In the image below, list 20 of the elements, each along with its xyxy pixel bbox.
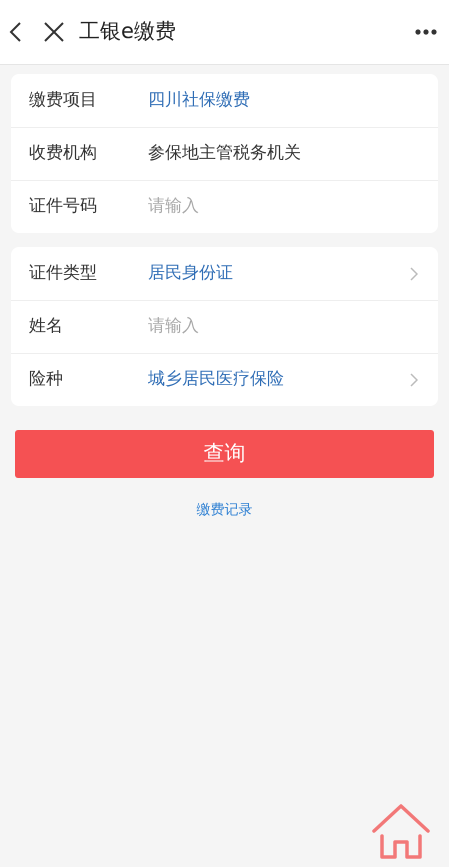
field-label: 姓名 (29, 315, 64, 338)
field-value[interactable]: 四川社保缴费 (148, 88, 418, 114)
field-label: 证件类型 (29, 262, 98, 285)
input-field[interactable]: 请输入 (148, 194, 418, 220)
field-value: 参保地主管税务机关 (148, 142, 302, 166)
input-field[interactable]: 请输入 (148, 314, 418, 340)
field-label: 险种 (29, 368, 64, 392)
payment-records-link[interactable]: 缴费记录 (196, 500, 252, 521)
chevron-right-icon (410, 373, 418, 387)
chevron-right-icon (410, 266, 418, 280)
field-label: 证件号码 (29, 195, 98, 218)
query-button[interactable]: 查询 (15, 430, 434, 478)
field-label: 收费机构 (29, 142, 98, 166)
back-icon[interactable] (8, 21, 22, 43)
field-label: 缴费项目 (29, 88, 98, 112)
select-value[interactable]: 居民身份证 (148, 260, 410, 286)
page-title: 工银e缴费 (79, 18, 176, 46)
more-icon[interactable] (415, 29, 437, 35)
close-icon[interactable] (43, 21, 65, 43)
select-value[interactable]: 城乡居民医疗保险 (148, 367, 410, 393)
